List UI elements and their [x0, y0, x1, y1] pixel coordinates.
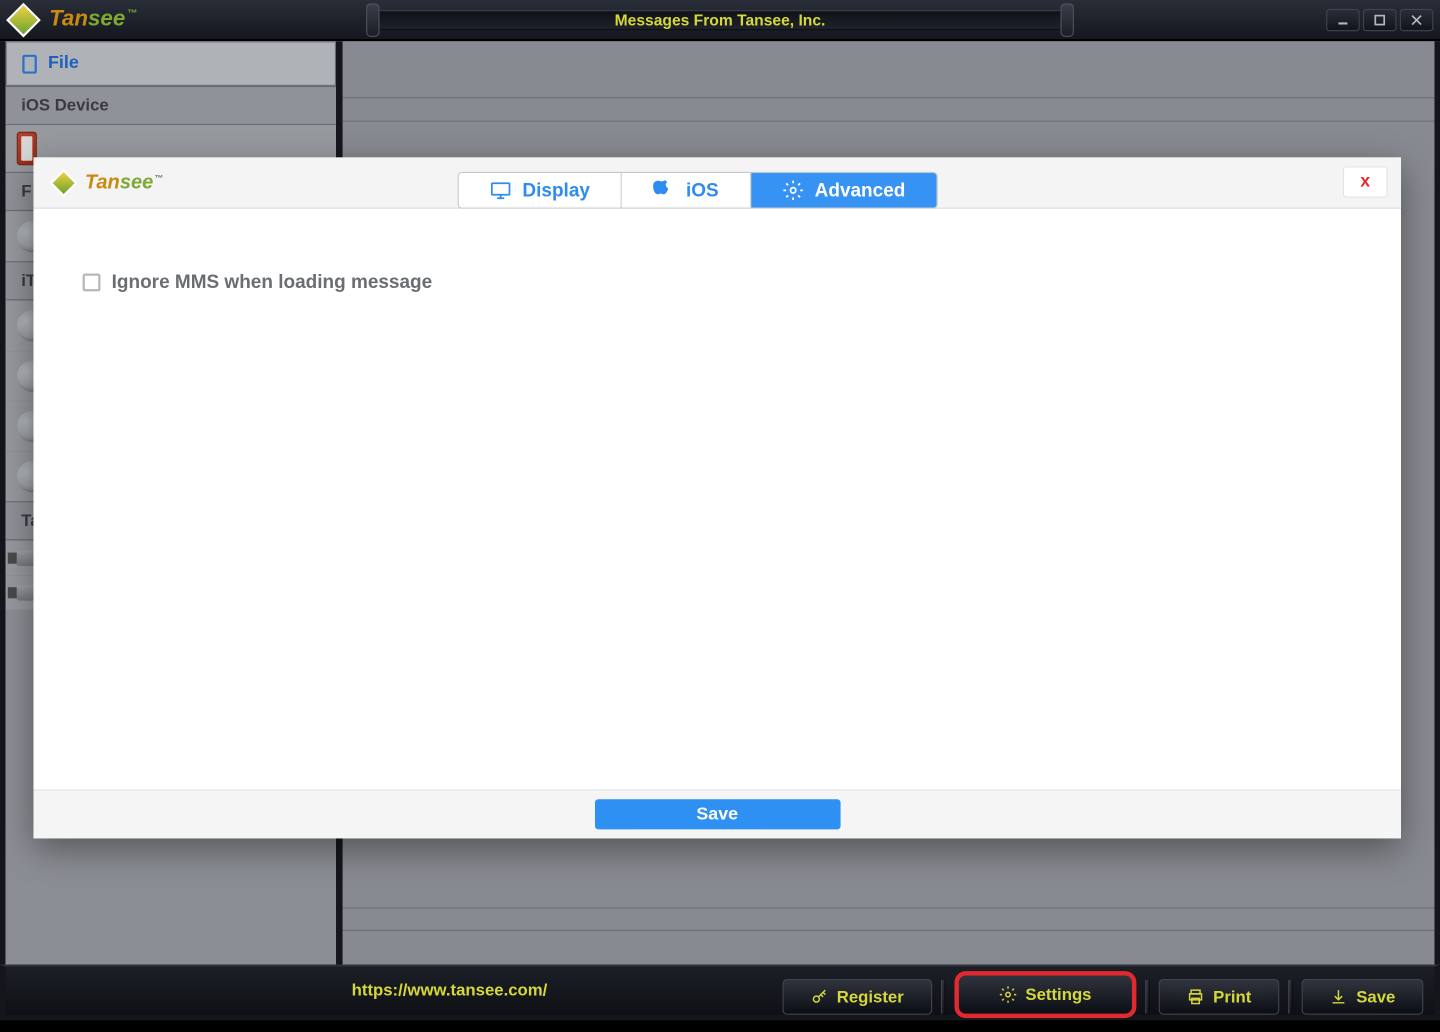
logo-icon — [49, 168, 77, 196]
minimize-button[interactable] — [1326, 8, 1359, 30]
dialog-header: Tansee™ Display iOS Advanced x — [33, 157, 1400, 208]
settings-button[interactable]: Settings — [954, 971, 1136, 1018]
dialog-logo: Tansee™ — [42, 171, 163, 194]
print-icon — [1186, 988, 1204, 1006]
dialog-body: Ignore MMS when loading message — [33, 209, 1400, 789]
separator — [1288, 980, 1292, 1013]
separator — [941, 980, 945, 1013]
download-icon — [1329, 988, 1347, 1006]
brand-tan: Tan — [85, 171, 120, 193]
brand-text: Tansee™ — [49, 7, 137, 33]
maximize-button[interactable] — [1363, 8, 1396, 30]
bottom-buttons: Register Settings Print Save — [782, 973, 1423, 1020]
display-icon — [490, 180, 511, 201]
brand-see: see — [120, 171, 154, 193]
tab-strip: Display iOS Advanced — [458, 172, 938, 209]
file-icon — [22, 54, 37, 73]
tab-advanced-label: Advanced — [815, 179, 906, 201]
file-label: File — [48, 54, 79, 74]
title-handle-left — [366, 3, 379, 36]
title-track: Messages From Tansee, Inc. — [380, 9, 1061, 29]
separator — [1145, 980, 1149, 1013]
divider — [343, 97, 1435, 98]
settings-dialog: Tansee™ Display iOS Advanced x Ignore MM… — [33, 157, 1400, 838]
tab-display[interactable]: Display — [459, 173, 623, 208]
close-button[interactable] — [1400, 8, 1433, 30]
register-label: Register — [837, 987, 904, 1006]
print-button[interactable]: Print — [1158, 979, 1279, 1015]
gear-icon — [999, 986, 1017, 1004]
register-button[interactable]: Register — [782, 979, 932, 1015]
logo-icon — [6, 2, 41, 37]
settings-label: Settings — [1025, 985, 1091, 1004]
footer-url[interactable]: https://www.tansee.com/ — [352, 981, 548, 1000]
save-button[interactable]: Save — [1302, 979, 1424, 1015]
section-ios-device: iOS Device — [6, 86, 336, 125]
brand-tm: ™ — [127, 8, 137, 19]
tab-display-label: Display — [522, 179, 590, 201]
save-label: Save — [1356, 987, 1395, 1006]
sidebar-item-file[interactable]: File — [6, 41, 336, 86]
divider — [343, 121, 1435, 122]
checkbox-label: Ignore MMS when loading message — [112, 271, 433, 293]
brand-see: see — [88, 7, 125, 32]
tab-advanced[interactable]: Advanced — [751, 173, 937, 208]
dialog-brand: Tansee™ — [85, 171, 164, 194]
divider — [343, 908, 1435, 909]
brand-tm: ™ — [154, 173, 163, 183]
checkbox[interactable] — [83, 273, 101, 291]
divider — [343, 930, 1435, 931]
dialog-save-button[interactable]: Save — [594, 799, 840, 829]
tab-ios[interactable]: iOS — [622, 173, 751, 208]
close-label: x — [1360, 172, 1370, 192]
title-center: Messages From Tansee, Inc. — [366, 3, 1074, 36]
window-controls — [1326, 8, 1433, 30]
gear-icon — [782, 180, 803, 201]
key-icon — [810, 988, 828, 1006]
title-handle-right — [1060, 3, 1073, 36]
tab-ios-label: iOS — [686, 179, 719, 201]
option-ignore-mms[interactable]: Ignore MMS when loading message — [83, 271, 1352, 293]
apple-icon — [654, 180, 675, 201]
print-label: Print — [1213, 987, 1251, 1006]
bottom-bar: https://www.tansee.com/ Register Setting… — [0, 964, 1440, 1020]
brand-tan: Tan — [49, 7, 88, 32]
title-bar: Tansee™ Messages From Tansee, Inc. — [0, 0, 1440, 41]
dialog-close-button[interactable]: x — [1343, 166, 1388, 197]
window-title: Messages From Tansee, Inc. — [615, 11, 826, 29]
dialog-footer: Save — [33, 789, 1400, 838]
